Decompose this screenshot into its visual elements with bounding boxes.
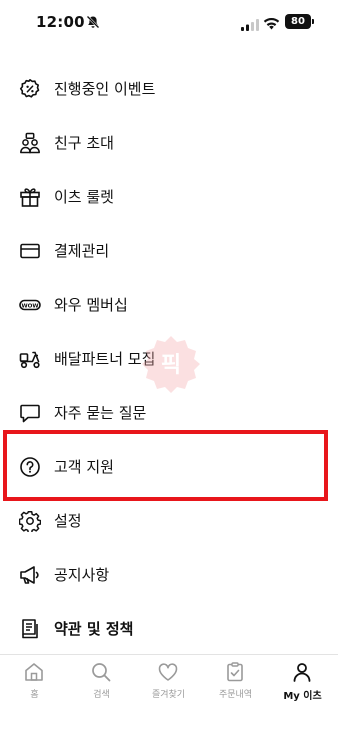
wifi-icon: [263, 15, 280, 30]
menu-item-label: 공지사항: [54, 566, 110, 584]
menu-item-events[interactable]: 진행중인 이벤트: [0, 62, 338, 116]
document-icon: [19, 618, 41, 640]
gear-icon: [19, 510, 41, 532]
nav-search[interactable]: 검색: [68, 655, 135, 715]
watermark-logo: 픽: [141, 334, 201, 394]
wow-badge-icon: WOW: [19, 294, 41, 316]
bell-muted-icon: [86, 14, 100, 29]
nav-my-eats[interactable]: My 이츠: [269, 655, 336, 715]
menu-item-wow-membership[interactable]: WOW 와우 멤버십: [0, 278, 338, 332]
status-bar: 12:00 80: [0, 0, 338, 44]
delivery-scooter-icon: [19, 348, 41, 370]
menu-item-label: 설정: [54, 512, 82, 530]
menu-item-payment[interactable]: 결제관리: [0, 224, 338, 278]
menu-item-notices[interactable]: 공지사항: [0, 548, 338, 602]
svg-text:픽: 픽: [161, 353, 181, 378]
menu-item-invite-friends[interactable]: 친구 초대: [0, 116, 338, 170]
invite-friends-icon: [19, 132, 41, 154]
nav-label: 주문내역: [218, 690, 253, 700]
menu-item-roulette[interactable]: 이츠 룰렛: [0, 170, 338, 224]
bottom-navigation: 홈 검색 즐겨찾기 주문내역 My 이츠: [0, 654, 338, 730]
megaphone-icon: [19, 564, 41, 586]
person-icon: [291, 661, 313, 683]
nav-label: My 이츠: [283, 691, 322, 702]
menu-item-label: 와우 멤버십: [54, 296, 128, 314]
menu-item-label: 결제관리: [54, 242, 110, 260]
menu-item-label: 약관 및 정책: [54, 620, 134, 638]
order-clipboard-icon: [224, 661, 246, 683]
credit-card-icon: [19, 240, 41, 262]
menu-item-terms-policy[interactable]: 약관 및 정책: [0, 602, 338, 656]
highlight-box: [3, 430, 328, 501]
menu-item-label: 진행중인 이벤트: [54, 80, 156, 98]
svg-text:WOW: WOW: [21, 303, 38, 309]
menu-item-settings[interactable]: 설정: [0, 494, 338, 548]
nav-label: 즐겨찾기: [151, 690, 186, 700]
home-icon: [23, 661, 45, 683]
chat-bubble-icon: [19, 402, 41, 424]
discount-badge-icon: [19, 78, 41, 100]
nav-label: 검색: [93, 690, 110, 700]
heart-icon: [157, 661, 179, 683]
menu-item-label: 친구 초대: [54, 134, 114, 152]
search-icon: [90, 661, 112, 683]
menu-item-label: 자주 묻는 질문: [54, 404, 147, 422]
nav-label: 홈: [30, 690, 39, 700]
menu-item-label: 이츠 룰렛: [54, 188, 114, 206]
nav-home[interactable]: 홈: [1, 655, 68, 715]
battery-indicator: 80: [285, 14, 314, 29]
nav-favorites[interactable]: 즐겨찾기: [135, 655, 202, 715]
cellular-signal-icon: [241, 16, 259, 31]
status-time: 12:00: [36, 13, 85, 31]
nav-orders[interactable]: 주문내역: [202, 655, 269, 715]
gift-box-icon: [19, 186, 41, 208]
